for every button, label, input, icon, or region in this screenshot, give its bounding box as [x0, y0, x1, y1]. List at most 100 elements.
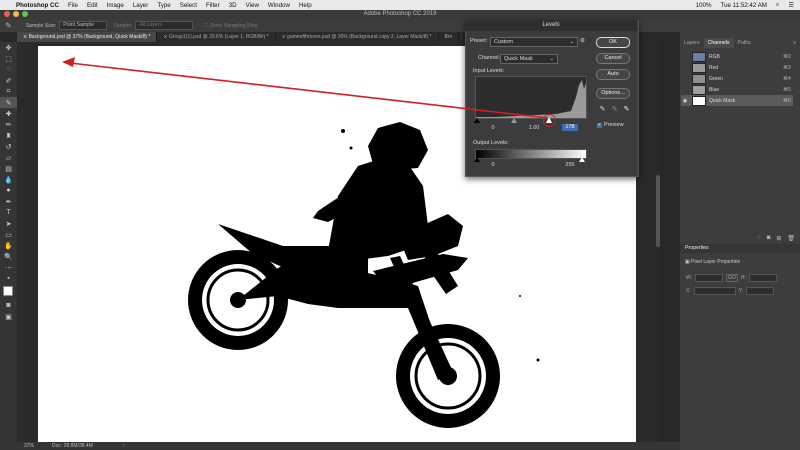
- new-channel-icon[interactable]: ⊞: [776, 235, 781, 242]
- preset-gear-icon[interactable]: ⚙: [580, 38, 585, 44]
- input-white-value[interactable]: 178: [562, 124, 578, 131]
- menu-select[interactable]: Select: [180, 2, 197, 9]
- gray-eyedropper-icon[interactable]: ✎: [611, 106, 618, 113]
- black-eyedropper-icon[interactable]: ✎: [599, 106, 606, 113]
- menu-list-icon[interactable]: ☰: [788, 2, 794, 9]
- menu-file[interactable]: File: [68, 2, 78, 9]
- move-tool-icon[interactable]: ✥: [0, 42, 17, 53]
- path-select-tool-icon[interactable]: ➤: [0, 218, 17, 229]
- zoom-tool-icon[interactable]: 🔍: [0, 251, 17, 262]
- menu-filter[interactable]: Filter: [206, 2, 220, 9]
- menu-layer[interactable]: Layer: [133, 2, 148, 9]
- eraser-tool-icon[interactable]: ▱: [0, 152, 17, 163]
- panel-menu-icon[interactable]: ≡: [789, 38, 800, 48]
- height-field[interactable]: [748, 274, 777, 282]
- minimize-window-button[interactable]: [13, 11, 19, 17]
- vertical-scrollbar[interactable]: [656, 175, 660, 247]
- eyedropper-tool-icon[interactable]: ✎: [5, 21, 12, 30]
- show-sampling-ring-checkbox[interactable]: ☐ Show Sampling Ring: [203, 23, 257, 29]
- crop-tool-icon[interactable]: ⌗: [0, 86, 17, 97]
- preview-checkbox[interactable]: ✓ Preview: [597, 122, 624, 128]
- sample-size-select[interactable]: Point Sample: [59, 21, 108, 30]
- more-tools-icon[interactable]: ⋯: [0, 262, 17, 273]
- output-white-slider[interactable]: [579, 157, 585, 162]
- channel-row-red[interactable]: Red ⌘3: [681, 62, 793, 73]
- auto-button[interactable]: Auto: [596, 69, 630, 80]
- white-eyedropper-icon[interactable]: ✎: [623, 106, 630, 113]
- battery-status[interactable]: 100%: [696, 2, 712, 9]
- menu-window[interactable]: Window: [268, 2, 290, 9]
- quick-select-tool-icon[interactable]: ✐: [0, 75, 17, 86]
- eye-icon[interactable]: ◉: [681, 98, 689, 104]
- cancel-button[interactable]: Cancel: [596, 53, 630, 64]
- history-brush-tool-icon[interactable]: ↺: [0, 141, 17, 152]
- menu-3d[interactable]: 3D: [229, 2, 237, 9]
- input-gamma-value[interactable]: 1.00: [526, 125, 542, 132]
- search-icon[interactable]: ⌕: [776, 1, 779, 9]
- brush-tool-icon[interactable]: ✏: [0, 119, 17, 130]
- clone-stamp-tool-icon[interactable]: ♜: [0, 130, 17, 141]
- tab-bre[interactable]: Bre: [439, 32, 460, 42]
- zoom-level[interactable]: 37%: [24, 443, 34, 449]
- status-menu-chevron-icon[interactable]: ›: [123, 443, 125, 449]
- type-tool-icon[interactable]: T: [0, 207, 17, 218]
- color-swatches[interactable]: [0, 284, 17, 300]
- healing-brush-tool-icon[interactable]: ✚: [0, 108, 17, 119]
- chevron-down-icon: ⌄: [549, 56, 554, 62]
- input-gamma-slider[interactable]: [511, 118, 517, 123]
- preset-select[interactable]: Custom ⌄: [490, 37, 578, 47]
- foreground-color-swatch[interactable]: [2, 286, 13, 296]
- tab-gameofthrones-psd[interactable]: ⨯ gameofthrones.psd @ 20% (Background co…: [276, 32, 439, 42]
- channel-select[interactable]: Quick Mask ⌄: [500, 54, 558, 64]
- quick-mask-mode-icon[interactable]: ◙: [0, 300, 17, 311]
- ok-button[interactable]: OK: [596, 37, 630, 48]
- channel-name: Green: [709, 75, 723, 82]
- input-black-slider[interactable]: [474, 118, 480, 123]
- tab-paths[interactable]: Paths: [734, 38, 755, 48]
- channel-row-green[interactable]: Green ⌘4: [681, 73, 793, 84]
- menubar-clock[interactable]: Tue 11:52:42 AM: [721, 2, 767, 9]
- eyedropper-tool-icon[interactable]: ✎: [0, 97, 17, 108]
- menu-edit[interactable]: Edit: [87, 2, 98, 9]
- tab-group1-psd[interactable]: ⨯ Group1(1).psd @ 29.6% (Layer 1, RGB/8#…: [157, 32, 276, 42]
- save-selection-icon[interactable]: ◙: [767, 235, 771, 241]
- pen-tool-icon[interactable]: ✒: [0, 196, 17, 207]
- sample-select[interactable]: All Layers: [135, 21, 194, 30]
- options-button[interactable]: Options...: [596, 88, 630, 99]
- gradient-tool-icon[interactable]: ▤: [0, 163, 17, 174]
- load-selection-icon[interactable]: ◌: [757, 235, 761, 241]
- screen-mode-icon[interactable]: ▣: [0, 311, 17, 322]
- tab-channels[interactable]: Channels: [703, 38, 734, 48]
- channel-row-quick-mask[interactable]: ◉ Quick Mask ⌘6: [681, 95, 793, 106]
- tab-background-psd[interactable]: ⨯ Background.psd @ 37% (Background, Quic…: [17, 32, 158, 42]
- output-black-slider[interactable]: [474, 157, 480, 162]
- blur-tool-icon[interactable]: 💧: [0, 174, 17, 185]
- output-black-value[interactable]: 0: [486, 162, 500, 169]
- zoom-window-button[interactable]: [22, 11, 28, 17]
- default-colors-icon[interactable]: ▪: [0, 273, 17, 284]
- x-label: X:: [686, 288, 691, 294]
- shape-tool-icon[interactable]: ▭: [0, 229, 17, 240]
- menu-image[interactable]: Image: [107, 2, 124, 9]
- input-black-value[interactable]: 0: [486, 125, 500, 132]
- close-window-button[interactable]: [4, 11, 10, 17]
- x-field[interactable]: [693, 287, 736, 295]
- menu-view[interactable]: View: [246, 2, 259, 9]
- output-white-value[interactable]: 255: [562, 162, 578, 169]
- link-dimensions-toggle[interactable]: GO: [726, 274, 738, 282]
- menu-type[interactable]: Type: [157, 2, 170, 9]
- width-field[interactable]: [695, 274, 724, 282]
- dodge-tool-icon[interactable]: ●: [0, 185, 17, 196]
- menu-help[interactable]: Help: [299, 2, 312, 9]
- marquee-tool-icon[interactable]: ⬚: [0, 53, 17, 64]
- channel-row-blue[interactable]: Blue ⌘5: [681, 84, 793, 95]
- sample-label: Sample:: [113, 22, 133, 29]
- app-menu[interactable]: Photoshop CC: [16, 2, 59, 9]
- delete-channel-icon[interactable]: 🗑: [787, 235, 795, 242]
- hand-tool-icon[interactable]: ✋: [0, 240, 17, 251]
- y-field[interactable]: [746, 287, 775, 295]
- properties-subtitle: ▣ Pixel Layer Properties: [685, 259, 740, 265]
- lasso-tool-icon[interactable]: ◌: [0, 64, 17, 75]
- tab-layers[interactable]: Layers: [680, 38, 704, 48]
- channel-row-rgb[interactable]: RGB ⌘2: [681, 51, 793, 62]
